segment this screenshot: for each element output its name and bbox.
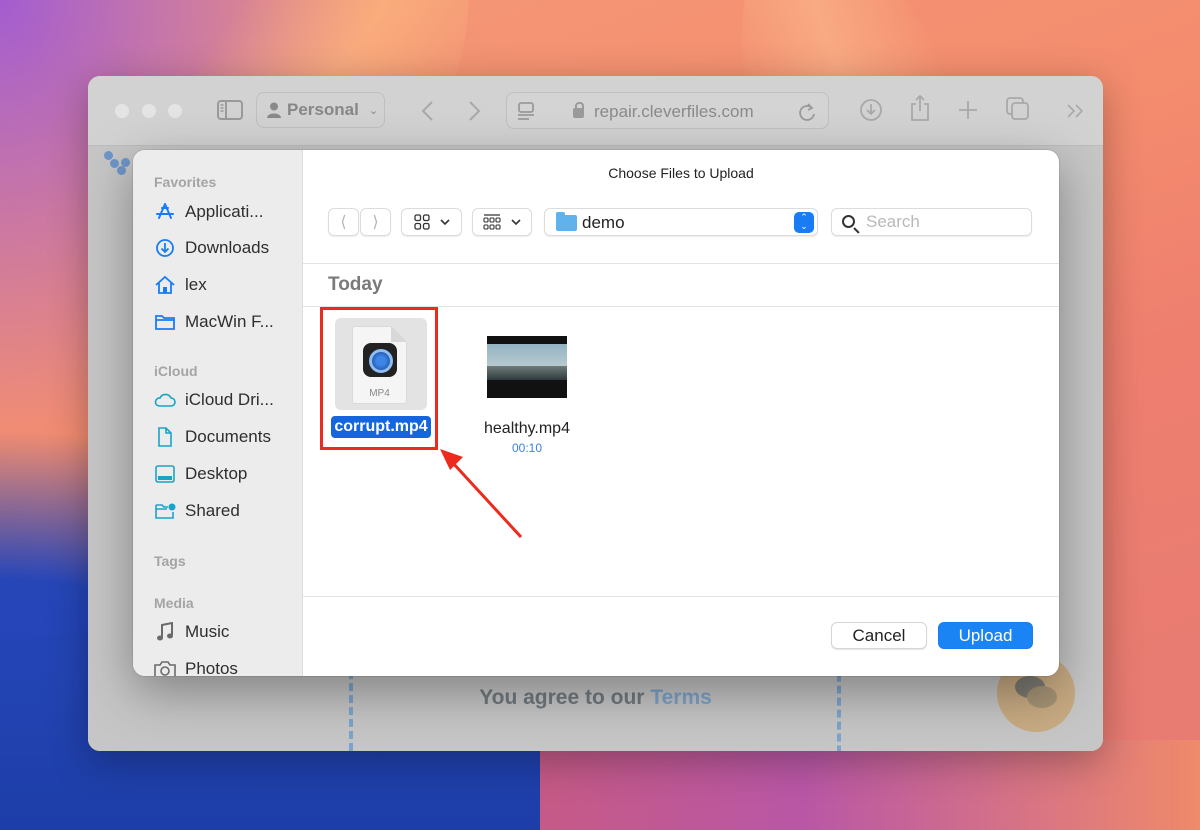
logo-dot — [121, 158, 130, 167]
dialog-main: Choose Files to Upload ⟨ ⟩ demo ⌃ ⌄ Sear… — [303, 150, 1059, 676]
cancel-button[interactable]: Cancel — [831, 622, 927, 649]
download-icon[interactable] — [859, 98, 883, 122]
home-icon — [154, 274, 176, 296]
dialog-title: Choose Files to Upload — [608, 165, 754, 181]
icon-view-icon — [413, 214, 430, 230]
sidebar-item-label: Applicati... — [185, 202, 264, 221]
view-mode-button[interactable] — [401, 208, 462, 236]
file-upload-dialog: Favorites Applicati... Downloads lex Mac… — [133, 150, 1059, 676]
sidebar-item-label: MacWin F... — [185, 312, 274, 331]
back-icon[interactable] — [420, 100, 434, 122]
upload-button[interactable]: Upload — [938, 622, 1033, 649]
terms-prefix: You agree to our — [479, 686, 651, 709]
tabs-overview-icon[interactable] — [1006, 97, 1030, 121]
folder-icon — [154, 311, 176, 333]
zoom-window-button[interactable] — [168, 104, 182, 118]
sidebar-item-label: Desktop — [185, 464, 248, 483]
video-frame-road — [487, 366, 567, 380]
sidebar-item-label: Documents — [185, 427, 271, 446]
more-icon[interactable] — [1066, 103, 1086, 119]
location-popup[interactable]: demo ⌃ ⌄ — [544, 208, 818, 236]
wallpaper-pink — [540, 740, 1200, 830]
chevron-down-icon: ⌄ — [368, 104, 379, 117]
folder-icon — [556, 212, 577, 231]
shared-folder-icon — [154, 500, 176, 522]
sidebar-item-music[interactable]: Music — [154, 620, 229, 644]
browser-toolbar: Personal ⌄ repair.cleverfiles.com — [88, 76, 1103, 146]
profile-selector[interactable]: Personal ⌄ — [256, 92, 385, 128]
sidebar-item-label: Music — [185, 622, 230, 641]
minimize-window-button[interactable] — [142, 104, 156, 118]
close-window-button[interactable] — [115, 104, 129, 118]
downloads-icon — [154, 237, 176, 259]
search-icon — [842, 215, 855, 228]
sidebar-heading-favorites: Favorites — [154, 174, 217, 190]
sidebar-heading-icloud: iCloud — [154, 363, 198, 379]
new-tab-icon[interactable] — [958, 100, 978, 120]
sidebar-item-applications[interactable]: Applicati... — [154, 200, 263, 224]
location-name: demo — [582, 213, 625, 232]
file-duration: 00:10 — [511, 441, 543, 455]
nav-buttons: ⟨ ⟩ — [328, 208, 391, 236]
logo-dot — [117, 166, 126, 175]
search-field[interactable] — [831, 208, 1032, 236]
sidebar-item-desktop[interactable]: Desktop — [154, 462, 247, 486]
lock-icon — [573, 102, 584, 118]
sidebar-item-shared[interactable]: Shared — [154, 499, 240, 523]
forward-icon[interactable] — [468, 100, 482, 122]
video-thumbnail — [487, 336, 567, 398]
desktop-icon — [154, 463, 176, 485]
chat-icon-secondary — [1027, 686, 1057, 708]
sidebar-item-icloud-drive[interactable]: iCloud Dri... — [154, 388, 274, 412]
annotation-highlight-box — [320, 307, 438, 450]
group-icon — [483, 214, 501, 230]
camera-icon — [154, 658, 176, 676]
document-icon — [154, 426, 176, 448]
person-icon — [267, 102, 281, 118]
sidebar-heading-tags: Tags — [154, 553, 186, 569]
sidebar-item-documents[interactable]: Documents — [154, 425, 271, 449]
profile-label: Personal — [287, 100, 359, 119]
chevron-down-icon — [439, 219, 450, 225]
chevron-right-icon: ⟩ — [372, 214, 379, 231]
sidebar-item-downloads[interactable]: Downloads — [154, 236, 269, 260]
back-button[interactable]: ⟨ — [328, 208, 359, 236]
file-name: healthy.mp4 — [484, 420, 570, 437]
group-by-button[interactable] — [472, 208, 532, 236]
sidebar-heading-media: Media — [154, 595, 194, 611]
search-input[interactable] — [866, 212, 1016, 232]
sidebar-item-label: lex — [185, 275, 207, 294]
applications-icon — [154, 201, 176, 223]
sidebar-item-photos[interactable]: Photos — [154, 657, 238, 676]
address-bar[interactable]: repair.cleverfiles.com — [506, 92, 829, 129]
reader-icon[interactable] — [517, 102, 535, 122]
video-frame-sky — [487, 344, 567, 366]
chevron-left-icon: ⟨ — [340, 214, 347, 231]
cloud-icon — [154, 389, 176, 411]
sidebar-item-home[interactable]: lex — [154, 273, 207, 297]
sidebar-item-macwin[interactable]: MacWin F... — [154, 310, 274, 334]
group-heading: Today — [328, 274, 383, 295]
url-text[interactable]: repair.cleverfiles.com — [594, 102, 754, 122]
sidebar-toggle-icon[interactable] — [217, 100, 243, 120]
toolbar-divider — [303, 263, 1059, 264]
sidebar-item-label: Downloads — [185, 238, 270, 257]
dialog-sidebar: Favorites Applicati... Downloads lex Mac… — [133, 150, 303, 676]
updown-chevron-icon: ⌃ ⌄ — [794, 212, 814, 233]
terms-notice: You agree to our Terms — [88, 686, 1103, 710]
music-icon — [154, 621, 176, 643]
chevron-down-icon — [511, 219, 521, 225]
forward-button[interactable]: ⟩ — [360, 208, 391, 236]
sidebar-item-label: iCloud Dri... — [185, 390, 274, 409]
footer-divider — [303, 596, 1059, 597]
share-icon[interactable] — [910, 94, 930, 122]
terms-link[interactable]: Terms — [650, 686, 711, 709]
reload-icon[interactable] — [798, 102, 816, 122]
sidebar-item-label: Shared — [185, 501, 240, 520]
sidebar-item-label: Photos — [185, 659, 238, 676]
